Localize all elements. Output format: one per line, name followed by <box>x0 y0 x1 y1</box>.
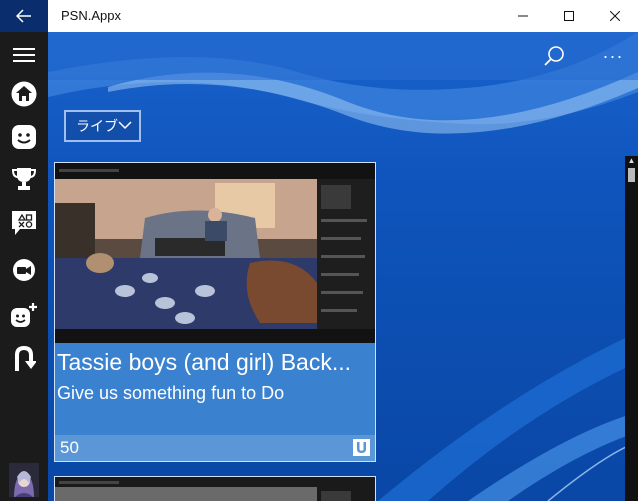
nav-trophies[interactable] <box>0 160 48 198</box>
broadcast-thumbnail <box>55 477 375 501</box>
nav-rail <box>0 32 48 501</box>
scroll-up-arrow-icon[interactable]: ▲ <box>625 156 638 166</box>
broadcast-card[interactable]: Tassie boys (and girl) Back... Give us s… <box>54 162 376 462</box>
live-broadcast-icon <box>13 259 35 281</box>
chevron-down-icon <box>118 121 132 130</box>
window-title: PSN.Appx <box>61 8 121 23</box>
minimize-button[interactable] <box>500 0 546 32</box>
nav-add-friend[interactable] <box>0 296 48 334</box>
user-avatar[interactable] <box>0 460 48 500</box>
broadcast-thumbnail <box>55 163 375 343</box>
nav-home[interactable] <box>0 75 48 113</box>
more-options-button[interactable]: ··· <box>596 42 630 70</box>
stream-preview-image <box>55 163 375 343</box>
playstation-symbols-icon <box>12 211 36 235</box>
scrollbar-thumb[interactable] <box>628 168 635 182</box>
trophy-icon <box>11 168 37 190</box>
filter-dropdown[interactable]: ライブ <box>64 110 141 142</box>
search-icon <box>544 46 564 66</box>
viewer-count: 50 <box>60 438 79 457</box>
maximize-icon <box>564 11 574 21</box>
minimize-icon <box>518 15 528 17</box>
broadcast-footer: 50 <box>55 435 375 461</box>
broadcast-card[interactable] <box>54 476 376 501</box>
back-arrow-icon <box>16 9 31 23</box>
nav-messages[interactable] <box>0 204 48 242</box>
search-button[interactable] <box>538 42 570 70</box>
hamburger-menu-button[interactable] <box>0 36 48 74</box>
back-button[interactable] <box>0 0 48 32</box>
second-screen-icon <box>15 345 36 371</box>
hamburger-icon <box>13 48 35 62</box>
ustream-icon <box>353 439 370 456</box>
title-bar: PSN.Appx <box>0 0 638 32</box>
filter-label: ライブ <box>76 118 118 134</box>
more-icon: ··· <box>602 45 624 66</box>
add-friend-icon <box>11 303 37 327</box>
broadcast-title: Tassie boys (and girl) Back... <box>57 349 352 375</box>
nav-friends[interactable] <box>0 118 48 156</box>
avatar <box>9 463 39 497</box>
close-icon <box>610 11 620 21</box>
app-window: PSN.Appx ··· ライブ Tassie boys (and girl) … <box>0 0 638 501</box>
vertical-scrollbar[interactable]: ▲ <box>625 156 638 501</box>
nav-second-screen[interactable] <box>0 340 48 378</box>
maximize-button[interactable] <box>546 0 592 32</box>
main-content: ··· ライブ Tassie boys (and girl) Back... G… <box>48 32 638 501</box>
broadcast-subtitle: Give us something fun to Do <box>57 383 285 403</box>
friends-icon <box>12 125 36 149</box>
close-button[interactable] <box>592 0 638 32</box>
home-icon <box>11 81 37 107</box>
nav-live[interactable] <box>0 251 48 289</box>
